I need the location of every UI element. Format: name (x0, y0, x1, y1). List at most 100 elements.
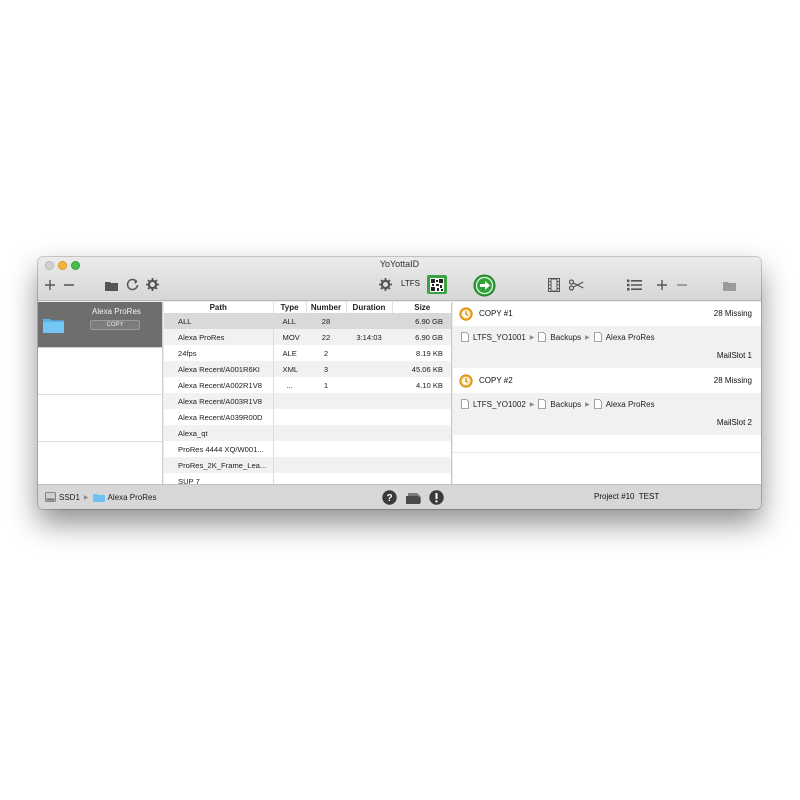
ltfs-settings-button[interactable] (378, 277, 393, 292)
plus-icon (45, 280, 55, 290)
table-row[interactable]: ALL ALL 28 6.90 GB (164, 313, 451, 329)
column-header-number[interactable]: Number (306, 302, 347, 314)
cell-path: Alexa Recent/A039R00D (164, 409, 274, 425)
table-row[interactable]: SUP 7 (164, 473, 451, 484)
cell-type: ... (286, 380, 293, 390)
cell-number: 1 (323, 380, 329, 390)
path-segment[interactable]: Backups (550, 400, 581, 409)
path-segment[interactable]: LTFS_YO1002 (473, 400, 526, 409)
table-row[interactable]: Alexa Recent/A003R1V8 (164, 393, 451, 409)
column-header-duration[interactable]: Duration (346, 302, 393, 314)
disk-button[interactable] (405, 491, 423, 505)
cell-size: 6.90 GB (392, 329, 451, 345)
document-icon (461, 399, 469, 409)
cell-size (392, 457, 451, 473)
table-row[interactable]: Alexa ProRes MOV 22 3:14:03 6.90 GB (164, 329, 451, 345)
document-icon (538, 332, 547, 342)
cell-size: 8.19 KB (415, 348, 443, 358)
destination-empty-row (453, 435, 761, 453)
folder-icon (722, 281, 736, 291)
cell-duration (346, 393, 392, 409)
destination-slot: MailSlot 2 (453, 415, 761, 435)
source-name: Alexa ProRes (92, 307, 141, 316)
destination-path: LTFS_YO1002 ▶ Backups ▶ Alexa ProRes (453, 393, 761, 415)
mailslot-label: MailSlot 1 (716, 351, 752, 360)
qr-code-icon (430, 277, 444, 292)
cell-size (392, 441, 451, 457)
cell-duration (346, 377, 392, 393)
svg-text:?: ? (386, 493, 392, 504)
status-bar: SSD1 ▶ Alexa ProRes ? Project #10 TEST (38, 484, 761, 509)
copy-badge[interactable]: COPY (90, 320, 140, 330)
path-segment[interactable]: Alexa ProRes (606, 333, 655, 342)
start-copy-button[interactable] (472, 273, 496, 297)
source-breadcrumb: SSD1 ▶ Alexa ProRes (45, 492, 156, 502)
source-item-empty[interactable] (38, 395, 162, 442)
gear-icon (379, 278, 392, 291)
source-item-empty[interactable] (38, 348, 162, 395)
folder-icon (43, 319, 64, 333)
list-view-button[interactable] (626, 277, 642, 292)
table-row[interactable]: 24fps ALE 2 8.19 KB (164, 345, 451, 361)
path-segment[interactable]: Alexa ProRes (606, 400, 655, 409)
breadcrumb-folder[interactable]: Alexa ProRes (108, 493, 157, 502)
column-header-type[interactable]: Type (273, 302, 307, 314)
cell-number: 22 (306, 329, 346, 345)
cell-path: Alexa Recent/A003R1V8 (164, 393, 274, 409)
alert-button[interactable] (429, 490, 444, 505)
cell-number: 3 (306, 361, 346, 377)
destination-item[interactable]: COPY #2 28 Missing LTFS_YO1002 ▶ Backups… (453, 369, 761, 435)
cell-duration (346, 313, 392, 329)
table-row[interactable]: Alexa Recent/A039R00D (164, 409, 451, 425)
chevron-right-icon: ▶ (585, 401, 590, 408)
clips-button[interactable] (546, 277, 561, 292)
cell-type (273, 409, 306, 425)
path-segment[interactable]: Backups (550, 333, 581, 342)
table-row[interactable]: Alexa Recent/A001R6KI XML 3 45.06 KB (164, 361, 451, 377)
cell-type (273, 473, 306, 484)
table-row[interactable]: ProRes 4444 XQ/W001... (164, 441, 451, 457)
source-item-selected[interactable]: Alexa ProRes COPY (38, 302, 162, 348)
document-icon (461, 332, 469, 342)
add-destination-button[interactable] (655, 278, 669, 292)
destination-name: COPY #2 (479, 376, 513, 385)
qr-code-button[interactable] (427, 275, 447, 294)
cell-path: Alexa Recent/A002R1V8 (164, 377, 274, 393)
path-segment[interactable]: LTFS_YO1001 (473, 333, 526, 342)
cell-path: ProRes 4444 XQ/W001... (164, 441, 274, 457)
destination-header: COPY #1 28 Missing (453, 302, 761, 326)
destination-folder-button[interactable] (722, 278, 736, 292)
table-row[interactable]: Alexa Recent/A002R1V8 ... 1 4.10 KB (164, 377, 451, 393)
mailslot-label: MailSlot 2 (716, 418, 752, 427)
table-header: Path Type Number Duration Size (164, 302, 451, 314)
cell-size (392, 473, 451, 484)
cell-path: ALL (164, 313, 274, 329)
breadcrumb-drive[interactable]: SSD1 (59, 493, 80, 502)
toolbar: YoYottaID LTFS (38, 257, 761, 301)
cell-type: ALL (273, 313, 306, 329)
cell-size (392, 425, 451, 441)
clock-icon (459, 307, 473, 321)
refresh-button[interactable] (125, 277, 140, 292)
table-row[interactable]: Alexa_qt (164, 425, 451, 441)
cell-path: SUP 7 (164, 473, 274, 484)
remove-source-button[interactable] (62, 278, 76, 292)
cell-number: 2 (323, 348, 329, 358)
trim-button[interactable] (568, 277, 585, 292)
cell-number (306, 457, 346, 473)
destination-item[interactable]: COPY #1 28 Missing LTFS_YO1001 ▶ Backups… (453, 302, 761, 368)
cell-size: 6.90 GB (392, 313, 451, 329)
open-folder-button[interactable] (104, 278, 118, 292)
column-header-path[interactable]: Path (164, 302, 274, 314)
help-button[interactable]: ? (382, 490, 397, 505)
table-row[interactable]: ProRes_2K_Frame_Lea... (164, 457, 451, 473)
column-header-size[interactable]: Size (392, 302, 451, 314)
project-label: Project #10 TEST (594, 492, 660, 501)
destination-name: COPY #1 (479, 309, 513, 318)
remove-destination-button[interactable] (675, 278, 689, 292)
cell-duration (346, 457, 392, 473)
minus-icon (64, 284, 74, 286)
cell-type (273, 425, 306, 441)
add-source-button[interactable] (43, 278, 57, 292)
settings-button[interactable] (145, 277, 160, 292)
